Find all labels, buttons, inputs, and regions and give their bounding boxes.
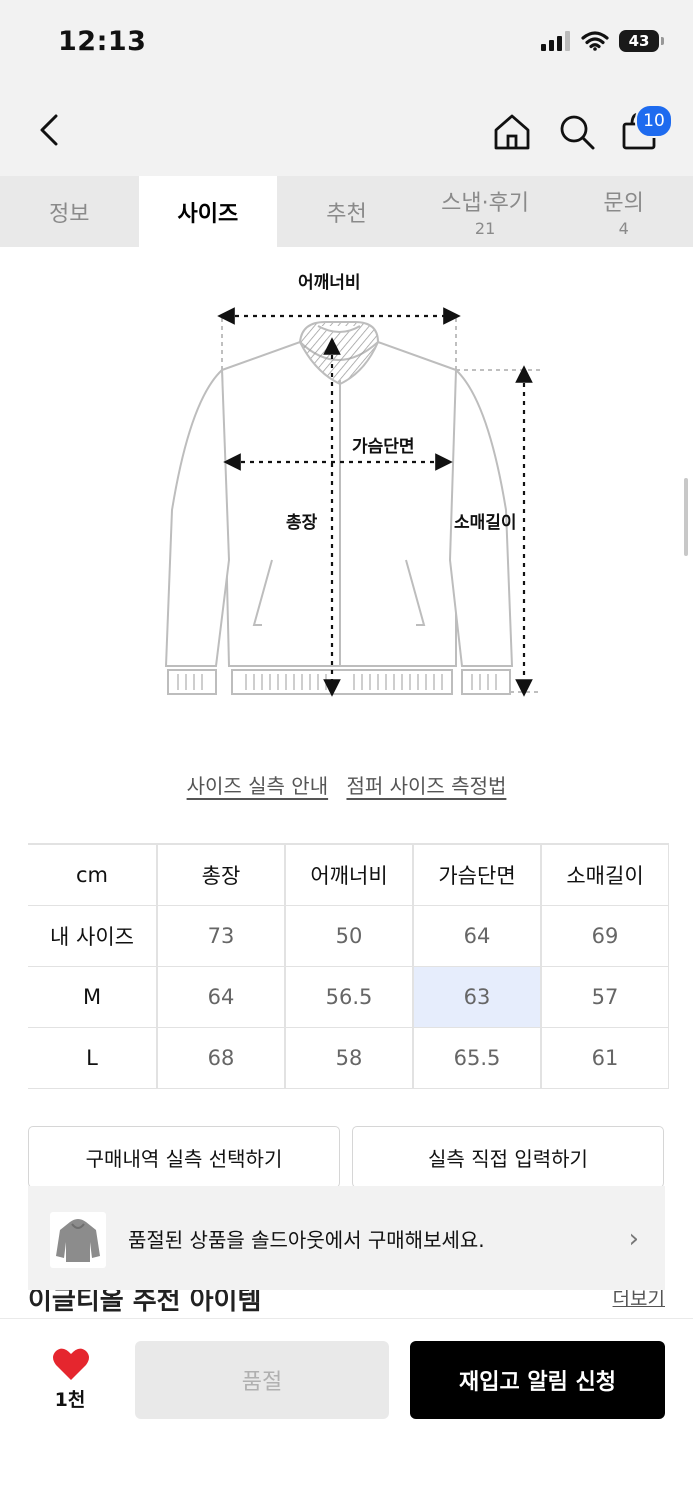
size-table: cm 총장 어깨너비 가슴단면 소매길이 내 사이즈 73 50 64 69 M… (28, 843, 669, 1089)
heart-icon[interactable] (52, 1347, 90, 1381)
product-thumbnail (50, 1212, 106, 1268)
tab-count: 4 (618, 219, 629, 238)
table-row: 내 사이즈 73 50 64 69 (28, 905, 669, 967)
row-header: 내 사이즈 (28, 905, 158, 967)
table-row: L 68 58 65.5 61 (28, 1027, 669, 1089)
table-cell: 64 (412, 905, 542, 967)
soldout-banner[interactable]: 품절된 상품을 솔드아웃에서 구매해보세요. › (28, 1186, 665, 1290)
battery-icon: 43 (619, 30, 664, 52)
top-navigation-bar (0, 88, 693, 176)
tab-snap-review[interactable]: 스냅·후기 21 (416, 176, 555, 247)
total-length-label: 총장 (286, 513, 318, 533)
sleeve-length-label: 소매길이 (454, 513, 517, 533)
like-count: 1천 (54, 1389, 86, 1411)
table-header-row: cm 총장 어깨너비 가슴단면 소매길이 (28, 843, 669, 906)
status-icons: 43 (541, 30, 664, 52)
chevron-right-icon: › (628, 1224, 639, 1254)
tab-count: 21 (474, 219, 496, 238)
tab-label: 사이즈 (177, 201, 239, 227)
table-cell: 56.5 (284, 966, 414, 1028)
size-diagram: 어깨너비 가슴단면 총장 소매길이 (150, 260, 550, 710)
column-header: 소매길이 (540, 843, 669, 906)
table-row: M 64 56.5 63 57 (28, 966, 669, 1028)
home-icon[interactable] (490, 110, 534, 154)
button-label: 재입고 알림 신청 (459, 1370, 616, 1395)
back-icon[interactable] (30, 108, 70, 152)
product-tabs: 정보 사이즈 추천 스냅·후기 21 문의 4 (0, 176, 693, 247)
table-cell: 57 (540, 966, 669, 1028)
status-bar: 12:13 43 (0, 0, 693, 88)
column-header: 어깨너비 (284, 843, 414, 906)
tab-label: 스냅·후기 (441, 191, 530, 216)
button-label: 품절 (241, 1370, 283, 1395)
tab-info[interactable]: 정보 (0, 176, 139, 247)
table-cell: 73 (156, 905, 286, 967)
column-header: 가슴단면 (412, 843, 542, 906)
size-measure-guide-link[interactable]: 사이즈 실측 안내 (187, 774, 329, 798)
table-cell: 58 (284, 1027, 414, 1089)
cart-count-badge: 10 (635, 104, 673, 138)
table-cell: 68 (156, 1027, 286, 1089)
tab-label: 정보 (49, 201, 90, 227)
soldout-banner-text: 품절된 상품을 솔드아웃에서 구매해보세요. (128, 1228, 485, 1252)
tab-label: 추천 (326, 201, 367, 227)
row-header: L (28, 1027, 158, 1089)
tab-inquiry[interactable]: 문의 4 (554, 176, 693, 247)
table-cell: 61 (540, 1027, 669, 1089)
tab-recommend[interactable]: 추천 (277, 176, 416, 247)
highlighted-table-cell: 63 (412, 966, 542, 1028)
table-cell: 65.5 (412, 1027, 542, 1089)
table-cell: 64 (156, 966, 286, 1028)
soldout-button: 품절 (135, 1341, 389, 1419)
button-label: 구매내역 실측 선택하기 (85, 1146, 283, 1171)
select-purchase-history-button[interactable]: 구매내역 실측 선택하기 (28, 1126, 340, 1188)
status-time: 12:13 (58, 26, 147, 57)
tab-size[interactable]: 사이즈 (138, 176, 278, 247)
column-header: cm (28, 843, 158, 906)
search-icon[interactable] (555, 110, 599, 154)
table-cell: 69 (540, 905, 669, 967)
battery-level: 43 (628, 32, 650, 50)
tab-label: 문의 (603, 191, 644, 216)
jacket-diagram (164, 307, 540, 697)
hoodie-thumbnail-icon (56, 1219, 100, 1262)
size-guide-links: 사이즈 실측 안내 점퍼 사이즈 측정법 (0, 770, 693, 799)
button-label: 실측 직접 입력하기 (428, 1146, 588, 1171)
scrollbar[interactable] (684, 478, 688, 556)
cellular-signal-icon (541, 31, 570, 51)
bottom-purchase-bar: 1천 품절 재입고 알림 신청 (0, 1318, 693, 1501)
row-header: M (28, 966, 158, 1028)
chest-width-label: 가슴단면 (352, 437, 415, 457)
column-header: 총장 (156, 843, 286, 906)
shoulder-width-label: 어깨너비 (298, 273, 361, 293)
wifi-icon (581, 31, 609, 51)
restock-alert-button[interactable]: 재입고 알림 신청 (410, 1341, 665, 1419)
direct-input-button[interactable]: 실측 직접 입력하기 (352, 1126, 664, 1188)
table-cell: 50 (284, 905, 414, 967)
jumper-measure-guide-link[interactable]: 점퍼 사이즈 측정법 (346, 774, 506, 798)
